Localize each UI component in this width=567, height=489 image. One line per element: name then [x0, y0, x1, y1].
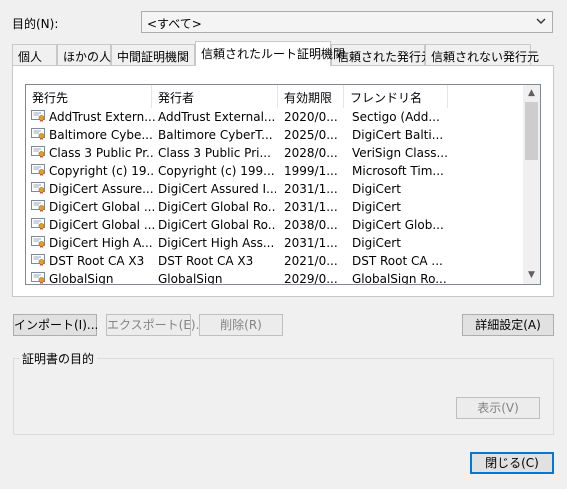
table-cell: Class 3 Public Pr...	[49, 146, 155, 160]
table-cell: DigiCert Glob...	[352, 218, 444, 232]
table-cell: Baltimore Cybe...	[49, 128, 153, 142]
table-row[interactable]: Baltimore Cybe... Baltimore CyberT... 2025…	[26, 126, 523, 144]
table-cell: Sectigo (Add...	[352, 110, 440, 124]
column-header-label: 発行先	[32, 91, 69, 105]
tab-label: 中間証明機関	[117, 50, 190, 64]
tab-label: 信頼されたルート証明機関	[201, 47, 346, 61]
table-cell: AddTrust Extern...	[49, 110, 155, 124]
table-row[interactable]: DigiCert Global ... DigiCert Global Ro...…	[26, 216, 523, 234]
table-cell: Copyright (c) 19...	[49, 164, 155, 178]
table-cell: DigiCert Assure...	[49, 182, 154, 196]
tab-other-people[interactable]: ほかの人	[57, 44, 111, 65]
table-cell: VeriSign Class...	[352, 146, 448, 160]
table-cell: DigiCert Global Ro...	[158, 218, 276, 232]
column-header-label: 発行者	[158, 91, 195, 105]
column-header-label: フレンドリ名	[350, 91, 423, 105]
certificate-icon	[31, 200, 45, 212]
certificate-icon	[31, 182, 45, 194]
advanced-button[interactable]: 詳細設定(A)	[462, 314, 554, 336]
certificate-icon	[31, 254, 45, 266]
purpose-select[interactable]: <すべて>	[141, 11, 553, 33]
table-cell: DigiCert High A...	[49, 236, 153, 250]
table-cell: Microsoft Tim...	[352, 164, 444, 178]
scrollbar-thumb[interactable]	[525, 102, 538, 160]
certificate-purposes-label: 証明書の目的	[19, 350, 98, 367]
table-cell: DST Root CA ...	[352, 254, 443, 268]
table-cell: GlobalSign	[49, 272, 114, 285]
certificate-icon	[31, 128, 45, 140]
table-cell: 2031/1...	[284, 236, 338, 250]
table-cell: 2031/1...	[284, 200, 338, 214]
table-row[interactable]: DST Root CA X3 DST Root CA X3 2021/0... DST…	[26, 252, 523, 270]
table-row[interactable]: GlobalSign GlobalSign 2029/0... GlobalSign …	[26, 270, 523, 285]
certificate-icon	[31, 236, 45, 248]
table-cell: DigiCert	[352, 236, 401, 250]
table-cell: DigiCert Global ...	[49, 200, 155, 214]
certificate-icon	[31, 164, 45, 176]
table-cell: Class 3 Public Pri...	[158, 146, 271, 160]
vertical-scrollbar[interactable]: ▲ ▼	[523, 85, 540, 284]
table-cell: DigiCert Global ...	[49, 218, 155, 232]
import-button[interactable]: インポート(I)...	[13, 314, 98, 336]
certificate-list[interactable]: 発行先 発行者 有効期限 フレンドリ名 AddTrust Extern... Ad…	[25, 84, 541, 285]
scroll-up-icon[interactable]: ▲	[523, 85, 540, 102]
table-cell: Copyright (c) 199...	[158, 164, 275, 178]
delete-button[interactable]: 削除(R)	[199, 314, 283, 336]
table-row[interactable]: DigiCert Assure... DigiCert Assured I... 2…	[26, 180, 523, 198]
export-button[interactable]: エクスポート(E)...	[106, 314, 207, 336]
tab-intermediate-ca[interactable]: 中間証明機関	[111, 44, 195, 65]
table-cell: 2028/0...	[284, 146, 338, 160]
table-cell: DigiCert Global Ro...	[158, 200, 276, 214]
column-header-label: 有効期限	[284, 91, 333, 105]
table-cell: 2021/0...	[284, 254, 338, 268]
column-header-expiration[interactable]: 有効期限	[278, 85, 344, 108]
tab-trusted-root-ca[interactable]: 信頼されたルート証明機関	[195, 41, 345, 66]
table-cell: 1999/1...	[284, 164, 338, 178]
close-button[interactable]: 閉じる(C)	[470, 452, 554, 474]
table-cell: DigiCert Balti...	[352, 128, 444, 142]
table-row[interactable]: Class 3 Public Pr... Class 3 Public Pri..…	[26, 144, 523, 162]
tab-trusted-publishers[interactable]: 信頼された発行元	[331, 44, 433, 65]
column-header-issued-to[interactable]: 発行先	[26, 85, 152, 108]
table-cell: 2031/1...	[284, 182, 338, 196]
table-row[interactable]: Copyright (c) 19... Copyright (c) 199... 1…	[26, 162, 523, 180]
table-cell: GlobalSign	[158, 272, 223, 285]
table-cell: DigiCert Assured I...	[158, 182, 276, 196]
table-cell: 2025/0...	[284, 128, 338, 142]
certificate-icon	[31, 218, 45, 230]
table-cell: DST Root CA X3	[49, 254, 145, 268]
tab-personal[interactable]: 個人	[12, 44, 57, 65]
table-cell: AddTrust External...	[158, 110, 276, 124]
table-cell: GlobalSign Ro...	[352, 272, 447, 285]
scroll-down-icon[interactable]: ▼	[523, 267, 540, 284]
table-cell: 2038/0...	[284, 218, 338, 232]
table-cell: 2029/0...	[284, 272, 338, 285]
table-cell: 2020/0...	[284, 110, 338, 124]
certificate-icon	[31, 110, 45, 122]
certificate-icon	[31, 146, 45, 158]
purpose-label: 目的(N):	[12, 17, 59, 31]
column-header-issued-by[interactable]: 発行者	[152, 85, 278, 108]
view-button[interactable]: 表示(V)	[456, 397, 540, 419]
table-row[interactable]: DigiCert Global ... DigiCert Global Ro...…	[26, 198, 523, 216]
table-cell: DigiCert High Ass...	[158, 236, 275, 250]
purpose-select-value: <すべて>	[147, 17, 202, 31]
tab-label: ほかの人	[63, 50, 112, 64]
tab-label: 信頼されない発行元	[431, 50, 540, 64]
table-cell: DigiCert	[352, 182, 401, 196]
table-cell: DST Root CA X3	[158, 254, 254, 268]
tab-label: 個人	[18, 50, 43, 64]
tab-untrusted-publishers[interactable]: 信頼されない発行元	[425, 44, 539, 65]
table-row[interactable]: AddTrust Extern... AddTrust External... 20…	[26, 108, 523, 126]
tab-label: 信頼された発行元	[337, 50, 434, 64]
chevron-down-icon	[536, 18, 546, 24]
certificate-icon	[31, 272, 45, 284]
column-header-friendly-name[interactable]: フレンドリ名	[344, 85, 448, 108]
table-row[interactable]: DigiCert High A... DigiCert High Ass... 20…	[26, 234, 523, 252]
table-cell: DigiCert	[352, 200, 401, 214]
table-cell: Baltimore CyberT...	[158, 128, 273, 142]
